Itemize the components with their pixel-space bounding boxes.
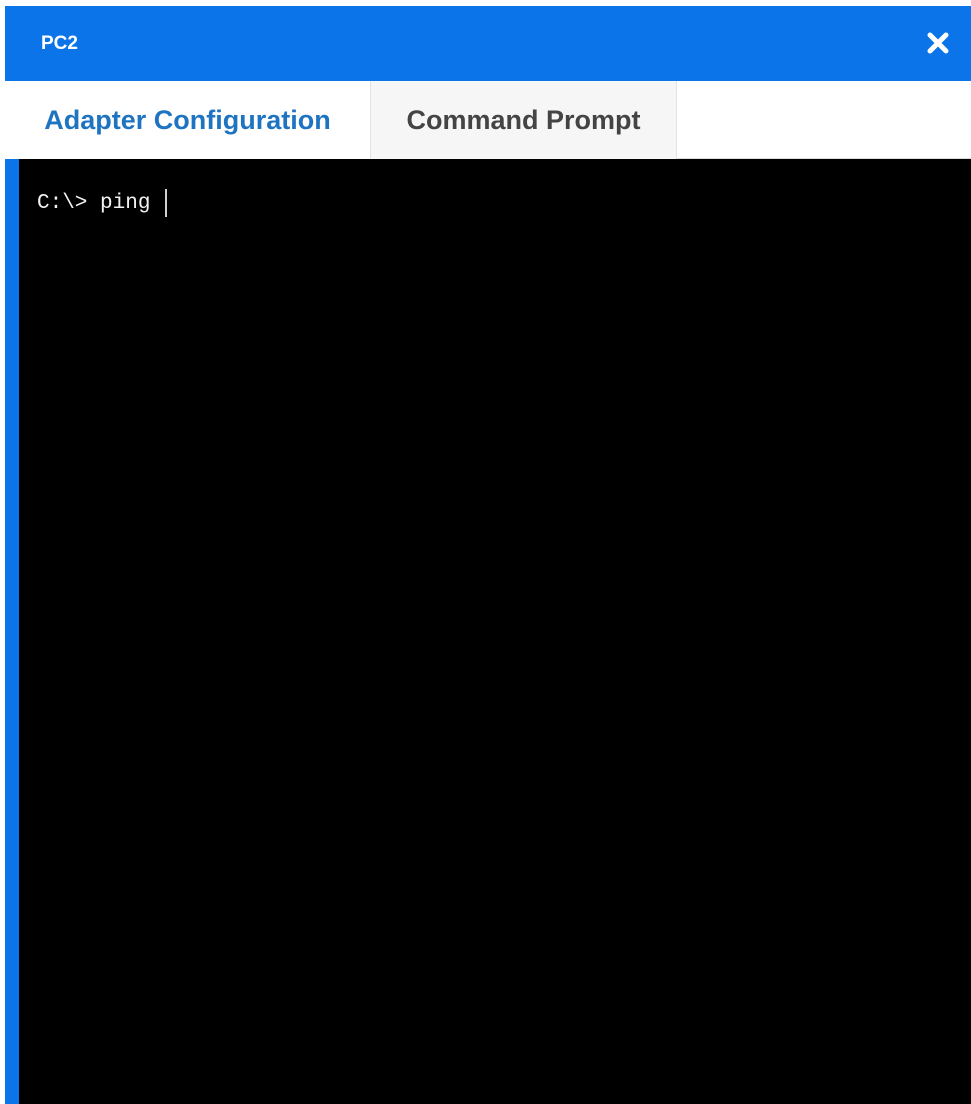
tab-bar: Adapter Configuration Command Prompt <box>5 81 971 159</box>
tab-adapter-configuration[interactable]: Adapter Configuration <box>5 81 371 159</box>
tab-command-prompt[interactable]: Command Prompt <box>371 81 677 159</box>
pc2-window: PC2 Adapter Configuration Command Prompt… <box>5 6 971 1104</box>
window-title: PC2 <box>41 33 78 54</box>
text-cursor <box>165 189 168 217</box>
command-prompt-terminal[interactable]: C:\> ping <box>19 159 971 1104</box>
command-text: ping <box>100 191 164 215</box>
title-bar: PC2 <box>5 6 971 81</box>
command-line[interactable]: C:\> ping <box>37 189 168 217</box>
prompt-text: C:\> <box>37 191 88 215</box>
close-icon[interactable] <box>925 30 951 56</box>
